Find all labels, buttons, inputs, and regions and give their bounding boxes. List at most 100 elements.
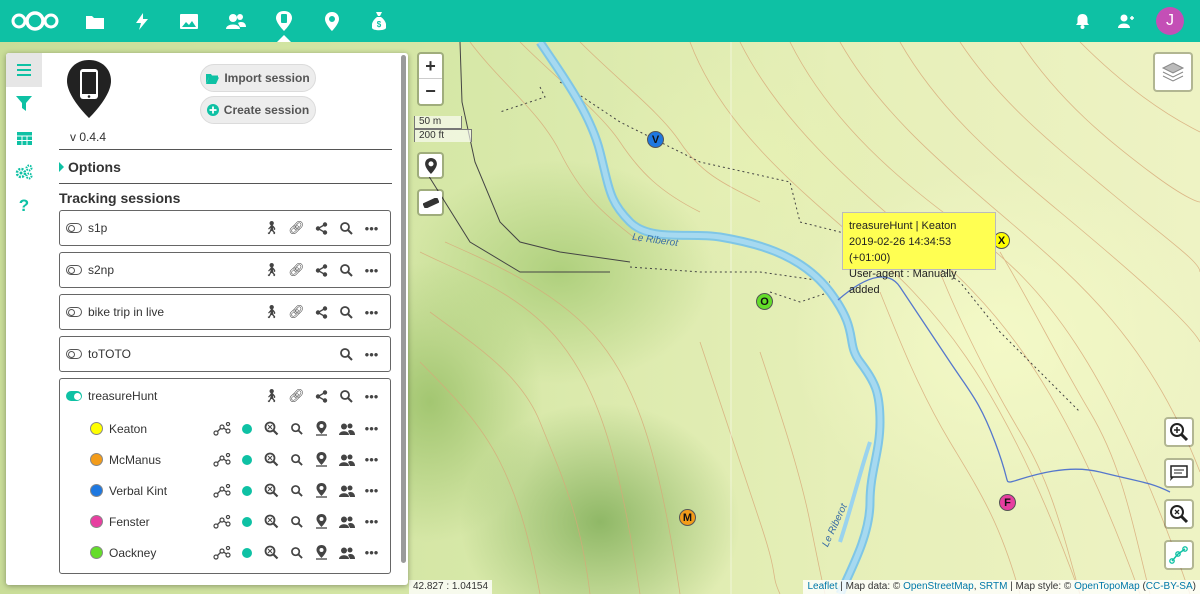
options-toggle[interactable]: Options [59,159,121,175]
device-row[interactable]: McManus ••• [60,444,390,475]
layers-button[interactable] [1153,52,1193,92]
more-menu-icon[interactable]: ••• [359,344,384,364]
zoom-device-icon[interactable] [259,481,284,501]
activity-lightning-icon[interactable] [119,0,165,42]
more-menu-icon[interactable]: ••• [359,543,384,563]
person-icon[interactable]: 🚶︎ [259,218,284,238]
person-icon[interactable]: 🚶︎ [259,302,284,322]
zoom-device-icon[interactable] [259,543,284,563]
share-icon[interactable] [309,218,334,238]
marker-oackney[interactable]: O [756,293,773,310]
share-icon[interactable] [309,386,334,406]
nextcloud-logo-icon[interactable] [8,0,62,42]
show-lines-button[interactable] [1164,540,1194,570]
gallery-image-icon[interactable] [166,0,212,42]
more-menu-icon[interactable]: ••• [359,386,384,406]
marker-verbal-kint[interactable]: V [647,131,664,148]
line-nodes-icon[interactable] [209,419,234,439]
toggle-dot-icon[interactable] [234,512,259,532]
search-icon[interactable] [334,386,359,406]
people-icon[interactable] [334,512,359,532]
tab-filters[interactable] [6,87,42,121]
zoom-in-button[interactable]: + [419,54,442,79]
search-icon[interactable] [284,543,309,563]
people-icon[interactable] [334,481,359,501]
zoom-device-icon[interactable] [259,450,284,470]
device-color-dot[interactable] [90,422,103,435]
toggle-dot-icon[interactable] [234,543,259,563]
location-pin-icon[interactable] [309,481,334,501]
device-color-dot[interactable] [90,453,103,466]
search-icon[interactable] [284,450,309,470]
people-icon[interactable] [334,450,359,470]
sidebar-scrollbar[interactable] [401,55,406,563]
tab-settings[interactable] [6,155,42,189]
zoom-device-icon[interactable] [259,512,284,532]
create-session-button[interactable]: Create session [200,96,316,124]
search-icon[interactable] [334,260,359,280]
money-bag-icon[interactable]: $ [356,0,402,42]
import-session-button[interactable]: Import session [200,64,316,92]
contacts-people-icon[interactable] [213,0,259,42]
tab-main[interactable] [6,53,42,87]
zoom-device-icon[interactable] [259,419,284,439]
search-icon[interactable] [284,419,309,439]
device-color-dot[interactable] [90,484,103,497]
line-nodes-icon[interactable] [209,512,234,532]
marker-fenster[interactable]: F [999,494,1016,511]
location-pin-icon[interactable] [309,543,334,563]
maps-pin-icon[interactable] [309,0,355,42]
session-toggle[interactable] [66,265,82,275]
info-display-button[interactable] [1164,458,1194,488]
device-row[interactable]: Fenster ••• [60,506,390,537]
more-menu-icon[interactable]: ••• [359,481,384,501]
search-icon[interactable] [284,512,309,532]
search-icon[interactable] [334,218,359,238]
leaflet-link[interactable]: Leaflet [807,581,837,592]
srtm-link[interactable]: SRTM [979,581,1007,592]
toggle-dot-icon[interactable] [234,450,259,470]
device-row[interactable]: Verbal Kint ••• [60,475,390,506]
device-row[interactable]: Oackney ••• [60,537,390,568]
location-pin-icon[interactable] [309,450,334,470]
location-pin-icon[interactable] [309,419,334,439]
session-toggle[interactable] [66,223,82,233]
search-icon[interactable] [334,302,359,322]
link-icon[interactable]: 🔗︎ [284,218,309,238]
search-icon[interactable] [334,344,359,364]
link-icon[interactable]: 🔗︎ [284,386,309,406]
toggle-dot-icon[interactable] [234,481,259,501]
more-menu-icon[interactable]: ••• [359,218,384,238]
tab-stats[interactable] [6,121,42,155]
opentopomap-link[interactable]: OpenTopoMap [1074,581,1140,592]
more-menu-icon[interactable]: ••• [359,260,384,280]
location-pin-icon[interactable] [309,512,334,532]
person-icon[interactable]: 🚶︎ [259,386,284,406]
toggle-dot-icon[interactable] [234,419,259,439]
license-link[interactable]: CC-BY-SA [1146,581,1193,592]
people-icon[interactable] [334,419,359,439]
line-nodes-icon[interactable] [209,543,234,563]
more-menu-icon[interactable]: ••• [359,302,384,322]
tab-help[interactable]: ? [6,189,42,223]
avatar[interactable]: J [1156,7,1184,35]
line-nodes-icon[interactable] [209,481,234,501]
link-icon[interactable]: 🔗︎ [284,302,309,322]
device-color-dot[interactable] [90,546,103,559]
session-toggle[interactable] [66,307,82,317]
device-color-dot[interactable] [90,515,103,528]
link-icon[interactable]: 🔗︎ [284,260,309,280]
contacts-icon[interactable] [1103,0,1149,42]
line-nodes-icon[interactable] [209,450,234,470]
people-icon[interactable] [334,543,359,563]
zoom-out-button[interactable]: − [419,79,442,104]
share-icon[interactable] [309,260,334,280]
search-icon[interactable] [284,481,309,501]
openstreetmap-link[interactable]: OpenStreetMap [903,581,974,592]
files-folder-icon[interactable] [72,0,118,42]
auto-zoom-button[interactable] [1164,499,1194,529]
more-menu-icon[interactable]: ••• [359,450,384,470]
measure-button[interactable] [417,189,444,216]
session-toggle[interactable] [66,391,82,401]
locate-button[interactable] [417,152,444,179]
